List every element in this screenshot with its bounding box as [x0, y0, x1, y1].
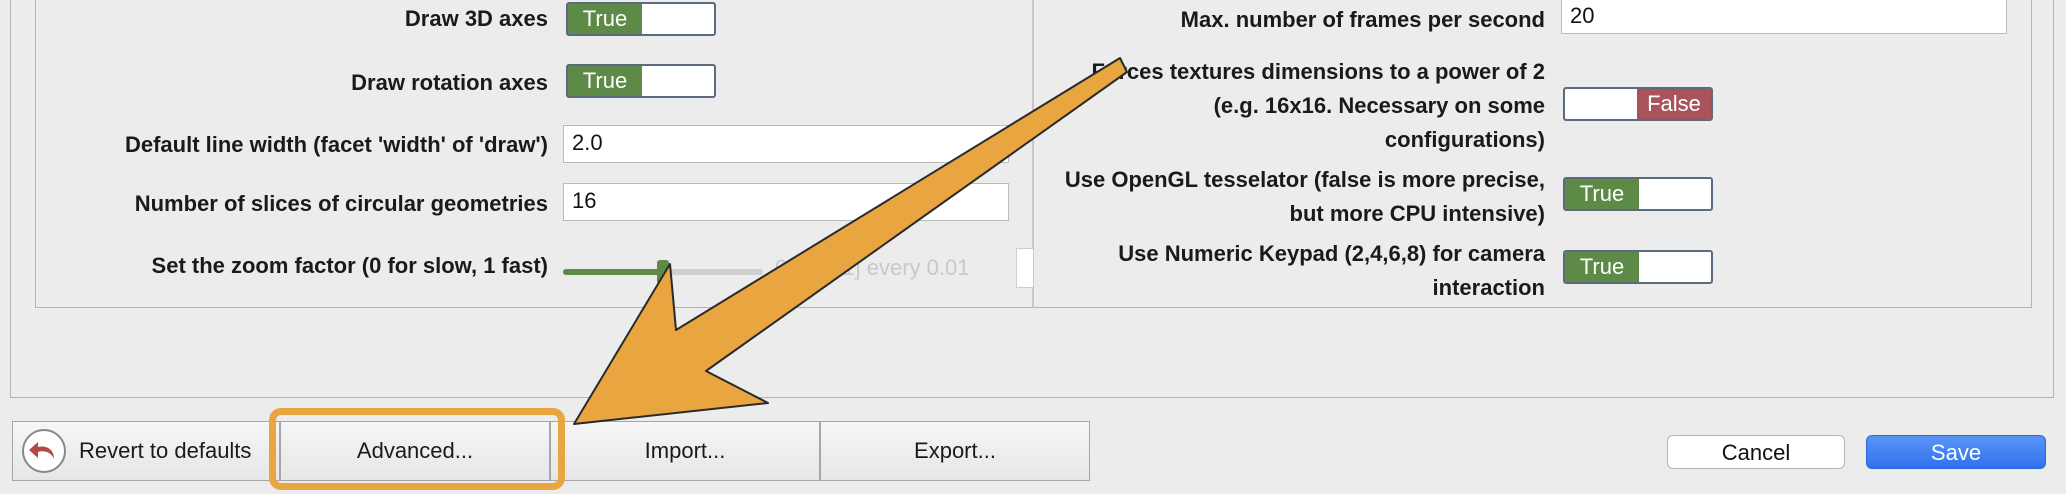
- annotation-arrow-icon: [573, 57, 1128, 425]
